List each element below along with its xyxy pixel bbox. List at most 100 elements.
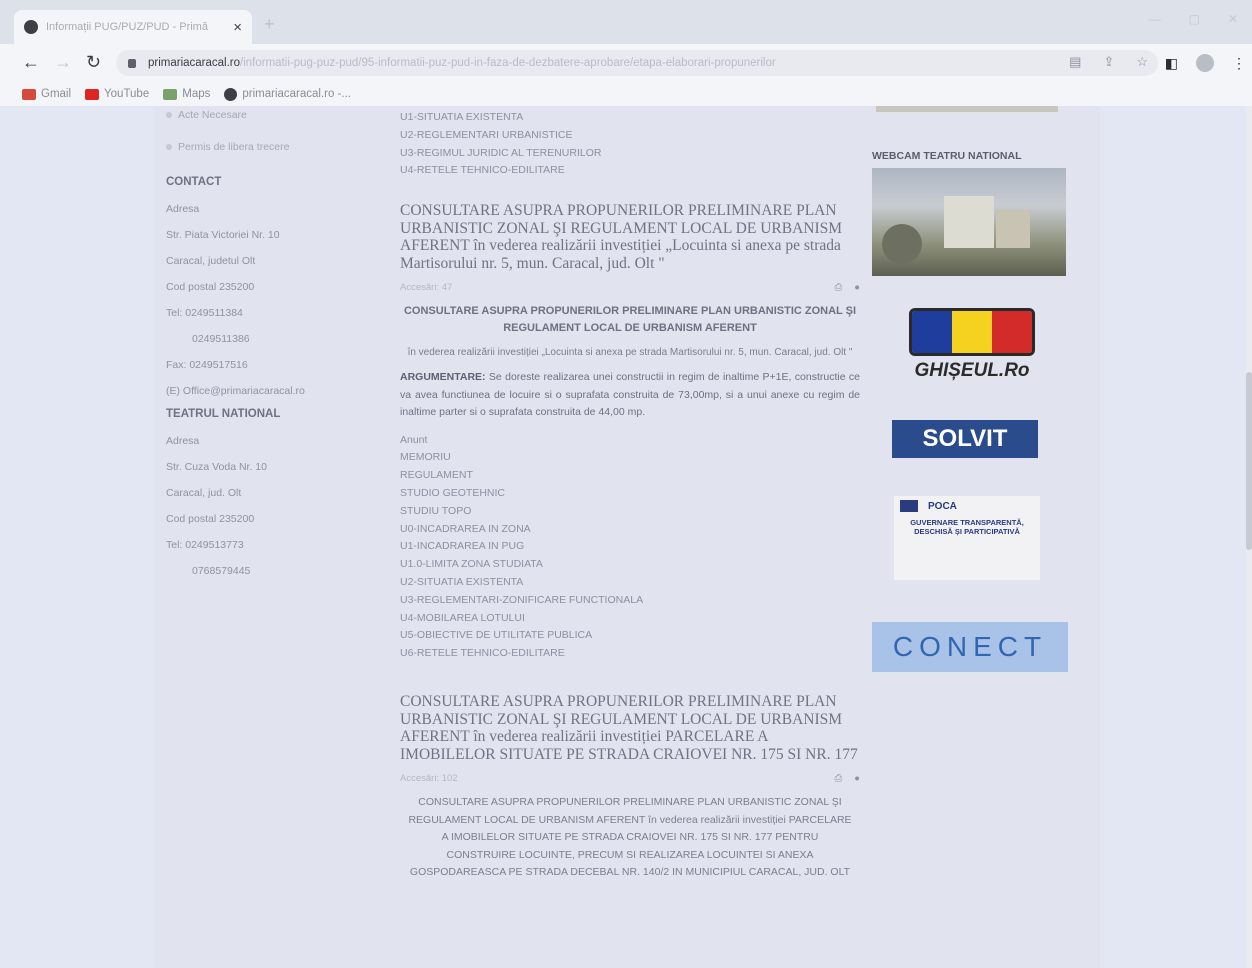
flag-yellow (952, 311, 992, 353)
youtube-icon (85, 88, 100, 100)
print-icon[interactable]: ⎙ (835, 282, 843, 293)
bookmark-label: Maps (182, 88, 211, 100)
print-icon[interactable]: ⎙ (835, 773, 843, 784)
side-panel-icon[interactable]: ◧ (1165, 55, 1178, 72)
conect-banner[interactable]: CONECT (872, 622, 1068, 672)
page-viewport: Acte Necesare Permis de libera trecere C… (0, 106, 1252, 968)
poca-banner[interactable]: POCA GUVERNARE TRANSPARENTĂ, DESCHISĂ ȘI… (894, 496, 1040, 580)
scrollbar-thumb[interactable] (1246, 372, 1252, 550)
forward-arrow-icon[interactable]: → (54, 52, 72, 73)
file-link[interactable]: U1-INCADRAREA IN PUG (400, 538, 860, 556)
file-link[interactable]: REGULAMENT (400, 467, 860, 485)
window-close-icon[interactable]: ✕ (1228, 12, 1238, 26)
contact-tel1: Tel: 0249511384 (166, 307, 243, 319)
sidebar-link-label: Permis de libera trecere (178, 141, 290, 153)
file-link[interactable]: U6-RETELE TEHNICO-EDILITARE (400, 645, 860, 663)
url-domain: primariacaracal.ro (148, 57, 241, 69)
bookmark-primaria[interactable]: primariacaracal.ro -... (224, 87, 351, 101)
bookmark-gmail[interactable]: Gmail (22, 88, 71, 100)
file-link[interactable]: U4-RETELE TEHNICO-EDILITARE (400, 162, 860, 180)
file-link[interactable]: U5-OBIECTIVE DE UTILITATE PUBLICA (400, 627, 860, 645)
article2-hits: Accesări: 102 (400, 773, 458, 785)
file-link[interactable]: MEMORIU (400, 449, 860, 467)
bookmarks-bar: Gmail YouTube Maps primariacaracal.ro -.… (0, 82, 1252, 106)
article1-heading: CONSULTARE ASUPRA PROPUNERILOR PRELIMINA… (403, 305, 857, 335)
eu-flag-icon (900, 500, 918, 512)
right-column: WEBCAM TEATRU NATIONAL GHIȘEUL.Ro SOLVIT… (872, 106, 1072, 672)
article1-subheading: în vederea realizării investiției „Locui… (407, 347, 853, 359)
bookmark-youtube[interactable]: YouTube (85, 88, 149, 100)
article1-meta: Accesări: 47 ⎙ ● (400, 282, 860, 293)
file-link[interactable]: U2-SITUATIA EXISTENTA (400, 574, 860, 592)
maps-icon (163, 88, 178, 100)
file-link[interactable]: U3-REGIMUL JURIDIC AL TERENURILOR (400, 145, 860, 163)
browser-titlebar: Informații PUG/PUZ/PUD - Primă × + — ▢ ✕ (0, 0, 1252, 44)
url-path: /informatii-pug-puz-pud/95-informatii-pu… (240, 57, 776, 69)
file-link[interactable]: U1-SITUATIA EXISTENTA (400, 109, 860, 127)
share-icon[interactable]: ⇪ (1103, 54, 1114, 70)
translate-icon[interactable]: ▤ (1069, 54, 1081, 70)
contact-email[interactable]: (E) Office@primariacaracal.ro (166, 378, 386, 404)
image-bottom-edge (876, 106, 1058, 112)
back-arrow-icon[interactable]: ← (22, 52, 40, 73)
file-link[interactable]: U4-MOBILAREA LOTULUI (400, 610, 860, 628)
bookmark-label: YouTube (104, 88, 150, 100)
address-bar[interactable]: primariacaracal.ro/informatii-pug-puz-pu… (116, 50, 1158, 76)
flag-red (992, 311, 1032, 353)
ghiseul-banner[interactable]: GHIȘEUL.Ro (872, 308, 1072, 382)
lock-icon (128, 58, 136, 68)
browser-toolbar: ← → ↻ primariacaracal.ro/informatii-pug-… (0, 44, 1252, 82)
article2-meta: Accesări: 102 ⎙ ● (400, 773, 860, 784)
theatre-tel2: 0768579445 (192, 565, 251, 577)
globe-icon (224, 87, 238, 101)
file-link[interactable]: STUDIU TOPO (400, 503, 860, 521)
file-link[interactable]: U0-INCADRAREA IN ZONA (400, 521, 860, 539)
theatre-tel1: Tel: 0249513773 (166, 539, 244, 551)
bookmark-maps[interactable]: Maps (163, 88, 210, 100)
theatre-postal: Cod postal 235200 (166, 513, 255, 525)
tab-title: Informații PUG/PUZ/PUD - Primă (46, 21, 208, 33)
address-bar-actions: ▤ ⇪ ☆ (1069, 54, 1148, 70)
theatre-street: Str. Cuza Voda Nr. 10 (166, 461, 267, 473)
file-link[interactable]: U1.0-LIMITA ZONA STUDIATA (400, 556, 860, 574)
contact-city: Caracal, judetul Olt (166, 255, 256, 267)
email-icon[interactable]: ● (854, 282, 860, 293)
file-link[interactable]: U3-REGLEMENTARI-ZONIFICARE FUNCTIONALA (400, 592, 860, 610)
theatre-city: Caracal, jud. Olt (166, 487, 242, 499)
article1-title[interactable]: CONSULTARE ASUPRA PROPUNERILOR PRELIMINA… (400, 202, 860, 272)
contact-street: Str. Piata Victoriei Nr. 10 (166, 229, 280, 241)
article2-title[interactable]: CONSULTARE ASUPRA PROPUNERILOR PRELIMINA… (400, 693, 860, 763)
maximize-icon[interactable]: ▢ (1189, 12, 1200, 26)
solvit-banner[interactable]: SOLVIT (892, 420, 1038, 458)
file-link[interactable]: STUDIO GEOTEHNIC (400, 485, 860, 503)
tree-shape (882, 224, 922, 264)
sidebar-link-permis[interactable]: Permis de libera trecere (166, 138, 386, 156)
contact-heading: CONTACT (166, 176, 222, 188)
site-favicon-icon (24, 20, 38, 34)
new-tab-button[interactable]: + (264, 14, 275, 35)
sidebar-link-acte[interactable]: Acte Necesare (166, 106, 386, 124)
reload-icon[interactable]: ↻ (86, 52, 101, 73)
file-link[interactable]: Anunt (400, 432, 860, 450)
file-link[interactable]: U2-REGLEMENTARI URBANISTICE (400, 127, 860, 145)
article1-argument: ARGUMENTARE: Se doreste realizarea unei … (400, 369, 860, 422)
email-icon[interactable]: ● (854, 773, 860, 784)
webcam-image[interactable] (872, 168, 1066, 276)
bookmark-label: Gmail (41, 88, 72, 100)
ghiseul-logo-text: GHIȘEUL.Ro (914, 360, 1030, 381)
argument-label: ARGUMENTARE: (400, 371, 486, 384)
contact-postal: Cod postal 235200 (166, 281, 255, 293)
main-content: U1-SITUATIA EXISTENTA U2-REGLEMENTARI UR… (400, 106, 860, 882)
menu-kebab-icon[interactable]: ⋮ (1232, 55, 1246, 72)
bullet-icon (166, 144, 172, 150)
flag-blue (912, 311, 952, 353)
article1-file-list: Anunt MEMORIU REGULAMENT STUDIO GEOTEHNI… (400, 432, 860, 663)
browser-tab[interactable]: Informații PUG/PUZ/PUD - Primă × (14, 10, 252, 44)
poca-tagline: GUVERNARE TRANSPARENTĂ, DESCHISĂ ȘI PART… (910, 518, 1024, 536)
bookmark-star-icon[interactable]: ☆ (1136, 54, 1148, 70)
minimize-icon[interactable]: — (1149, 12, 1161, 26)
left-sidebar: Acte Necesare Permis de libera trecere C… (166, 106, 386, 584)
profile-avatar-icon[interactable] (1196, 54, 1214, 72)
tab-close-icon[interactable]: × (233, 19, 242, 36)
sidebar-link-label: Acte Necesare (178, 109, 247, 121)
